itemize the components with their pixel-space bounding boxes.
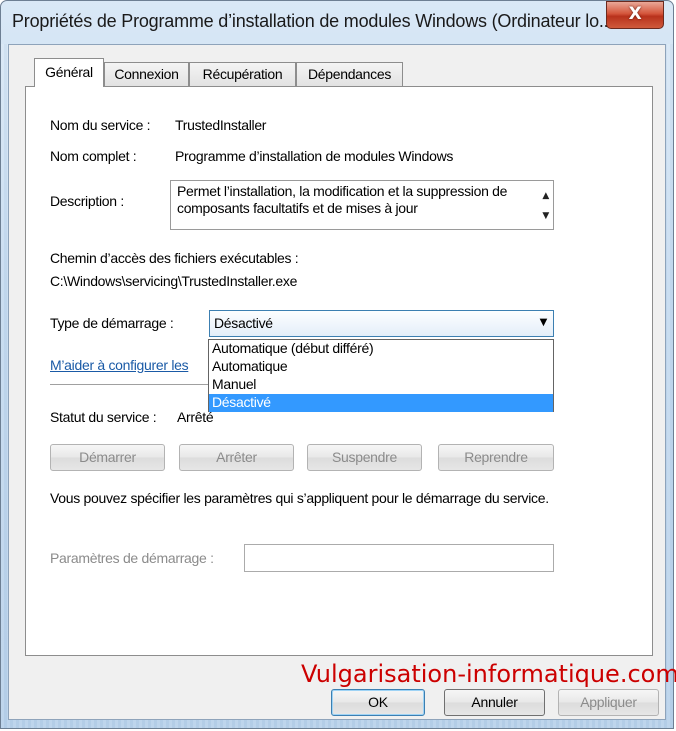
dropdown-option-disabled[interactable]: Désactivé (209, 394, 553, 412)
scroll-down-arrow-icon[interactable]: ▼ (542, 211, 549, 221)
resume-button[interactable]: Reprendre (438, 444, 554, 471)
cancel-button[interactable]: Annuler (444, 689, 545, 716)
dropdown-option-manual[interactable]: Manuel (209, 376, 553, 394)
tab-connexion[interactable]: Connexion (104, 62, 189, 86)
service-name-value: TrustedInstaller (175, 117, 267, 133)
service-status-label: Statut du service : (50, 409, 157, 425)
pause-button[interactable]: Suspendre (307, 444, 422, 471)
tab-general[interactable]: Général (34, 58, 104, 87)
display-name-value: Programme d’installation de modules Wind… (175, 148, 454, 164)
apply-button[interactable]: Appliquer (558, 689, 659, 716)
exe-path-value: C:\Windows\servicing\TrustedInstaller.ex… (50, 273, 298, 289)
scroll-up-arrow-icon[interactable]: ▲ (542, 191, 549, 201)
stop-button[interactable]: Arrêter (179, 444, 294, 471)
startup-type-label: Type de démarrage : (50, 315, 174, 331)
display-name-label: Nom complet : (50, 148, 137, 164)
exe-path-label: Chemin d’accès des fichiers exécutables … (50, 250, 299, 266)
close-icon: X (628, 4, 642, 24)
start-parameters-input[interactable] (244, 544, 554, 572)
service-name-label: Nom du service : (50, 117, 151, 133)
startup-type-dropdown-list: Automatique (début différé) Automatique … (208, 339, 554, 412)
chevron-down-icon: ▼ (539, 317, 548, 328)
start-button[interactable]: Démarrer (50, 444, 165, 471)
help-configure-link[interactable]: M’aider à configurer les (50, 357, 189, 373)
watermark-text: Vulgarisation-informatique.com (301, 660, 676, 688)
start-parameters-hint: Vous pouvez spécifier les paramètres qui… (50, 490, 549, 506)
dropdown-option-automatic[interactable]: Automatique (209, 358, 553, 376)
tab-dependances[interactable]: Dépendances (296, 62, 403, 86)
ok-button[interactable]: OK (331, 689, 425, 716)
startup-type-selected-value: Désactivé (214, 315, 273, 331)
description-text: Permet l’installation, la modification e… (177, 183, 508, 216)
window-title: Propriétés de Programme d’installation d… (12, 11, 614, 31)
description-textbox[interactable]: Permet l’installation, la modification e… (170, 180, 554, 230)
description-label: Description : (50, 193, 124, 209)
startup-type-select[interactable]: Désactivé ▼ (209, 310, 554, 337)
close-button[interactable]: X (606, 1, 664, 29)
dropdown-option-automatic-delayed[interactable]: Automatique (début différé) (209, 340, 553, 358)
start-parameters-label: Paramètres de démarrage : (50, 550, 214, 566)
tab-recuperation[interactable]: Récupération (189, 62, 296, 86)
